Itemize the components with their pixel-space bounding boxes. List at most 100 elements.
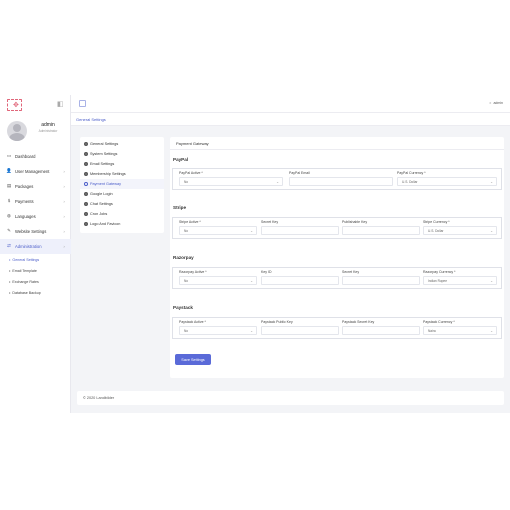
chevron-down-icon: ⌄ [250, 279, 253, 283]
panel-title: Payment Gateway [176, 141, 209, 146]
top-bar: ○ admin [71, 95, 510, 113]
razorpay-secret-key-field: Secret Key [342, 270, 420, 285]
razorpay-active-select[interactable]: No ⌄ [179, 276, 257, 285]
bullet-icon: • [9, 279, 11, 284]
sidebar-item-payments[interactable]: $ Payments › [0, 194, 71, 209]
dollar-icon: $ [7, 199, 11, 204]
swap-icon: ⇄ [7, 244, 11, 249]
stripe-currency-field: Stripe Currency * U.S. Dollar ⌄ [423, 220, 497, 235]
user-menu-label: admin [493, 101, 503, 105]
stripe-secret-key-input[interactable] [261, 226, 339, 235]
sidebar-item-label: Packages [15, 184, 34, 189]
section-title-razorpay: Razorpay [173, 255, 194, 260]
page-icon[interactable] [79, 100, 86, 107]
sidebar-item-website-settings[interactable]: ✎ Website Settings › [0, 224, 71, 239]
sidebar-subitem-general-settings[interactable]: • General Settings [0, 254, 71, 265]
settings-menu-label: Cron Jobs [90, 212, 108, 216]
sidebar-item-label: User Management [15, 169, 50, 174]
paypal-email-input[interactable] [289, 177, 393, 186]
paystack-currency-field: Paystack Currency * Naira ⌄ [423, 320, 497, 335]
radio-icon [84, 202, 88, 206]
chevron-right-icon: › [63, 169, 65, 174]
chevron-right-icon: › [63, 214, 65, 219]
field-label: Paystack Public Key [261, 320, 293, 324]
razorpay-fields: Razorpay Active * No ⌄ Key ID Secret Key … [172, 267, 502, 289]
logo[interactable]: ✥ [7, 99, 22, 111]
radio-icon [84, 212, 88, 216]
select-value: No [184, 278, 189, 283]
package-icon: ▤ [6, 184, 12, 189]
settings-menu-item[interactable]: General Settings [80, 139, 164, 149]
radio-icon [84, 172, 88, 176]
settings-menu-item[interactable]: Chat Settings [80, 199, 164, 209]
select-value: No [184, 228, 189, 233]
sidebar-subitem-label: Exchange Rates [12, 279, 39, 284]
settings-menu-label: Membership Settings [90, 172, 126, 176]
paypal-active-field: PayPal Active * No ⌄ [179, 171, 283, 186]
settings-menu-item-payment-gateway[interactable]: Payment Gateway [80, 179, 164, 189]
razorpay-currency-field: Razorpay Currency * Indian Rupee ⌄ [423, 270, 497, 285]
razorpay-currency-select[interactable]: Indian Rupee ⌄ [423, 276, 497, 285]
sidebar-collapse-icon[interactable]: ◧ [57, 100, 64, 108]
sidebar-item-administration[interactable]: ⇄ Administration › [0, 239, 71, 254]
paystack-public-key-input[interactable] [261, 326, 339, 335]
paypal-active-select[interactable]: No ⌄ [179, 177, 283, 186]
settings-menu-item[interactable]: Logo And Favicon [80, 219, 164, 229]
chevron-down-icon: ⌄ [276, 180, 279, 184]
sidebar-subitem-database-backup[interactable]: • Database Backup [0, 287, 71, 298]
sidebar-subitem-email-template[interactable]: • Email Template [0, 265, 71, 276]
bullet-icon: • [9, 290, 11, 295]
save-settings-button[interactable]: Save Settings [175, 354, 211, 365]
paystack-currency-select[interactable]: Naira ⌄ [423, 326, 497, 335]
razorpay-key-id-field: Key ID [261, 270, 339, 285]
sidebar-item-user-management[interactable]: 👤 User Management › [0, 164, 71, 179]
bullet-icon: • [9, 257, 11, 262]
settings-menu-item[interactable]: Email Settings [80, 159, 164, 169]
settings-menu-label: Payment Gateway [90, 182, 122, 186]
payment-gateway-panel: Payment Gateway PayPal PayPal Active * N… [170, 137, 504, 378]
user-role: Administrator [38, 129, 58, 133]
stripe-publishable-key-field: Publishable Key [342, 220, 420, 235]
field-label: PayPal Email [289, 171, 310, 175]
avatar [7, 121, 27, 141]
field-label: Razorpay Currency * [423, 270, 456, 274]
radio-icon [84, 152, 88, 156]
settings-menu-item[interactable]: Membership Settings [80, 169, 164, 179]
settings-menu-label: Chat Settings [90, 202, 113, 206]
chevron-down-icon: › [63, 244, 65, 249]
chevron-right-icon: › [63, 229, 65, 234]
pen-icon: ✎ [7, 229, 11, 234]
sidebar-item-dashboard[interactable]: ▭ Dashboard [0, 149, 71, 164]
sidebar-subitem-exchange-rates[interactable]: • Exchange Rates [0, 276, 71, 287]
app-window: ✥ ◧ admin Administrator ▭ Dashboard 👤 Us… [0, 95, 510, 413]
bullet-icon: • [9, 268, 11, 273]
chevron-right-icon: › [63, 184, 65, 189]
razorpay-secret-key-input[interactable] [342, 276, 420, 285]
paystack-secret-key-input[interactable] [342, 326, 420, 335]
user-icon: ○ [489, 101, 492, 105]
stripe-currency-select[interactable]: U.S. Dollar ⌄ [423, 226, 497, 235]
select-value: No [184, 179, 189, 184]
radio-icon [84, 162, 88, 166]
paystack-active-select[interactable]: No ⌄ [179, 326, 257, 335]
razorpay-key-id-input[interactable] [261, 276, 339, 285]
user-menu[interactable]: ○ admin [489, 100, 504, 105]
breadcrumb[interactable]: General Settings [76, 117, 106, 122]
settings-menu-label: System Settings [90, 152, 118, 156]
select-value: U.S. Dollar [402, 179, 418, 184]
paypal-currency-select[interactable]: U.S. Dollar ⌄ [397, 177, 497, 186]
stripe-active-field: Stripe Active * No ⌄ [179, 220, 257, 235]
field-label: Paystack Active * [179, 320, 206, 324]
radio-icon [84, 192, 88, 196]
select-value: U.S. Dollar [428, 228, 444, 233]
sidebar-item-languages[interactable]: ◍ Languages › [0, 209, 71, 224]
stripe-publishable-key-input[interactable] [342, 226, 420, 235]
sidebar-item-packages[interactable]: ▤ Packages › [0, 179, 71, 194]
settings-menu-item[interactable]: Cron Jobs [80, 209, 164, 219]
settings-menu-item[interactable]: System Settings [80, 149, 164, 159]
stripe-active-select[interactable]: No ⌄ [179, 226, 257, 235]
field-label: Stripe Active * [179, 220, 201, 224]
sidebar-nav: ▭ Dashboard 👤 User Management › ▤ Packag… [0, 149, 71, 298]
radio-icon [84, 222, 88, 226]
settings-menu-item[interactable]: Google Login [80, 189, 164, 199]
